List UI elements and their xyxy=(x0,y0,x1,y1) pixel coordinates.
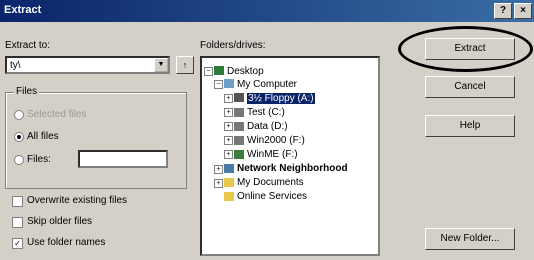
use-folder-names-checkbox[interactable]: ✓ xyxy=(12,238,23,249)
expand-toggle-icon[interactable]: + xyxy=(214,165,223,174)
extract-to-label: Extract to: xyxy=(5,40,51,51)
chevron-down-icon[interactable]: ▼ xyxy=(154,58,168,72)
expand-toggle-icon[interactable]: + xyxy=(224,122,233,131)
drive-icon xyxy=(234,122,244,131)
extract-button[interactable]: Extract xyxy=(425,38,515,60)
use-folder-names-label: Use folder names xyxy=(27,237,106,248)
floppy-icon xyxy=(234,93,244,102)
cd-drive-icon xyxy=(234,150,244,159)
folder-icon xyxy=(224,178,234,187)
expand-toggle-icon[interactable]: + xyxy=(224,150,233,159)
extract-dialog: Extract ? × Extract to: ty\ ▼ ↑ Files Se… xyxy=(0,0,534,260)
collapse-toggle-icon[interactable]: − xyxy=(204,67,213,76)
drive-icon xyxy=(234,136,244,145)
collapse-toggle-icon[interactable]: − xyxy=(214,80,223,89)
all-files-radio[interactable] xyxy=(14,132,24,142)
files-input[interactable] xyxy=(78,150,168,168)
overwrite-checkbox[interactable] xyxy=(12,196,23,207)
tree-item-data[interactable]: Data (D:) xyxy=(247,121,288,132)
tree-item-floppy[interactable]: 3½ Floppy (A:) xyxy=(247,93,315,104)
title-bar: Extract ? × xyxy=(0,0,534,22)
files-group-label: Files xyxy=(14,86,40,97)
network-icon xyxy=(224,164,234,173)
tree-item-network[interactable]: Network Neighborhood xyxy=(237,163,348,174)
drive-icon xyxy=(234,108,244,117)
files-label: Files: xyxy=(27,154,51,165)
files-radio[interactable] xyxy=(14,155,24,165)
skip-older-checkbox[interactable] xyxy=(12,217,23,228)
new-folder-button[interactable]: New Folder... xyxy=(425,228,515,250)
overwrite-label: Overwrite existing files xyxy=(27,195,128,206)
expand-toggle-icon[interactable]: + xyxy=(214,179,223,188)
expand-toggle-icon[interactable]: + xyxy=(224,108,233,117)
computer-icon xyxy=(224,79,234,88)
tree-item-test[interactable]: Test (C:) xyxy=(247,107,285,118)
tree-item-desktop[interactable]: Desktop xyxy=(227,66,264,77)
expand-toggle-icon[interactable]: + xyxy=(224,94,233,103)
folders-drives-label: Folders/drives: xyxy=(200,40,266,51)
help-button[interactable]: Help xyxy=(425,115,515,137)
skip-older-label: Skip older files xyxy=(27,216,93,227)
extract-to-value: ty\ xyxy=(10,60,21,71)
tree-item-my-documents[interactable]: My Documents xyxy=(237,177,304,188)
tree-item-winme[interactable]: WinME (F:) xyxy=(247,149,298,160)
selected-files-radio[interactable] xyxy=(14,110,24,120)
tree-item-win2000[interactable]: Win2000 (F:) xyxy=(247,135,305,146)
tree-item-my-computer[interactable]: My Computer xyxy=(237,79,297,90)
cancel-button[interactable]: Cancel xyxy=(425,76,515,98)
folder-tree[interactable]: − Desktop − My Computer + 3½ Floppy (A:)… xyxy=(200,56,380,256)
folder-icon xyxy=(224,192,234,201)
desktop-icon xyxy=(214,66,224,75)
all-files-label: All files xyxy=(27,131,59,142)
expand-toggle-icon[interactable]: + xyxy=(224,136,233,145)
window-title: Extract xyxy=(4,4,42,16)
extract-to-combo[interactable]: ty\ ▼ xyxy=(5,56,170,74)
close-button[interactable]: × xyxy=(514,3,532,19)
tree-item-online-services[interactable]: Online Services xyxy=(237,191,307,202)
selected-files-label: Selected files xyxy=(27,109,87,120)
up-folder-button[interactable]: ↑ xyxy=(176,56,194,74)
help-title-button[interactable]: ? xyxy=(494,3,512,19)
